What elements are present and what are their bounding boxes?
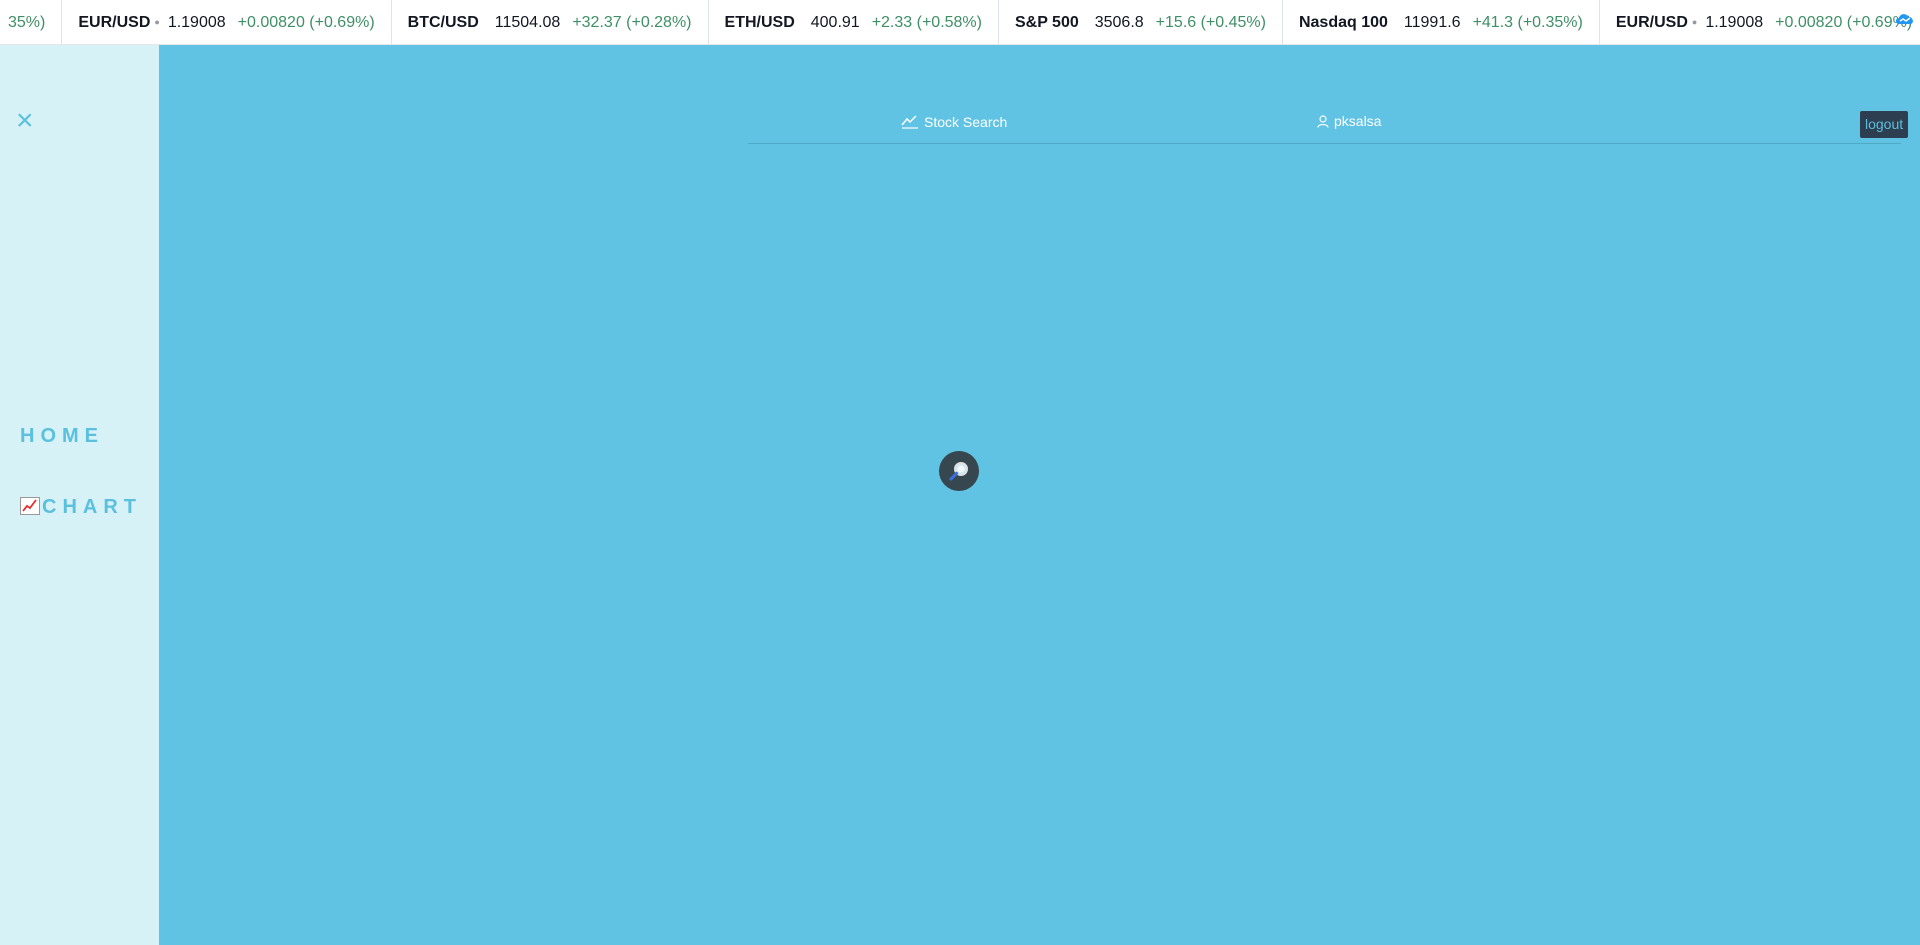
ticker-price: 11991.6 (1403, 14, 1461, 31)
ticker-symbol: S&P 500 (1014, 14, 1079, 31)
ticker-change: +0.00820 (+0.69%) (237, 14, 375, 31)
line-chart-icon (901, 115, 918, 129)
sidebar-item-chart[interactable]: CHART (20, 496, 142, 519)
ticker-item[interactable]: Nasdaq 100 11991.6 +41.3 (+0.35%) (1283, 0, 1600, 44)
ticker-track: 35%) EUR/USD ● 1.19008 +0.00820 (+0.69%) BTC/… (0, 0, 1920, 44)
ticker-item[interactable]: ETH/USD 400.91 +2.33 (+0.58%) (709, 0, 999, 44)
sidebar: × HOME CHART (0, 45, 159, 945)
sidebar-item-home[interactable]: HOME (20, 425, 104, 448)
ticker-price: 1.19008 (167, 14, 226, 31)
market-status-dot: ● (154, 17, 160, 27)
ticker-change: 35%) (8, 14, 46, 31)
tradingview-cloud-icon[interactable] (1894, 10, 1916, 28)
stock-search-link[interactable]: Stock Search (901, 114, 1007, 130)
ticker-item[interactable]: EUR/USD ● 1.19008 +0.00820 (+0.69%) (1600, 0, 1920, 44)
ticker-change: +2.33 (+0.58%) (871, 14, 982, 31)
username-label: pksalsa (1334, 113, 1382, 129)
ticker-change: +0.00820 (+0.69%) (1775, 14, 1913, 31)
ticker-symbol: ETH/USD (724, 14, 795, 31)
ticker-price: 1.19008 (1705, 14, 1764, 31)
ticker-change: +41.3 (+0.35%) (1472, 14, 1583, 31)
ticker-change: +15.6 (+0.45%) (1155, 14, 1266, 31)
loading-spinner (939, 451, 979, 491)
person-icon (1317, 114, 1329, 128)
sidebar-item-label: CHART (42, 496, 142, 518)
chart-increasing-icon (20, 497, 40, 515)
ticker-price: 3506.8 (1094, 14, 1144, 31)
ticker-item[interactable]: S&P 500 3506.8 +15.6 (+0.45%) (999, 0, 1283, 44)
market-status-dot: ● (1691, 17, 1698, 27)
ticker-change: +32.37 (+0.28%) (572, 14, 692, 31)
close-icon[interactable]: × (16, 106, 40, 136)
ticker-symbol: EUR/USD (1615, 14, 1688, 31)
ticker-price: 11504.08 (494, 14, 561, 31)
stock-search-label: Stock Search (924, 114, 1008, 130)
user-link[interactable]: pksalsa (1317, 113, 1381, 129)
ticker-symbol: BTC/USD (407, 14, 479, 31)
ticker-symbol: Nasdaq 100 (1298, 14, 1388, 31)
top-navbar: Stock Search pksalsa logout (748, 96, 1909, 144)
ticker-tape: 35%) EUR/USD ● 1.19008 +0.00820 (+0.69%) BTC/… (0, 0, 1920, 45)
ticker-item[interactable]: 35%) (0, 0, 63, 44)
ticker-item[interactable]: EUR/USD ● 1.19008 +0.00820 (+0.69%) (62, 0, 392, 44)
ticker-price: 400.91 (810, 14, 860, 31)
main-content: Stock Search pksalsa logout (159, 45, 1920, 945)
ticker-symbol: EUR/USD (78, 14, 151, 31)
ticker-item[interactable]: BTC/USD 11504.08 +32.37 (+0.28%) (392, 0, 709, 44)
magnifier-icon (949, 462, 968, 481)
logout-button[interactable]: logout (1860, 111, 1909, 138)
